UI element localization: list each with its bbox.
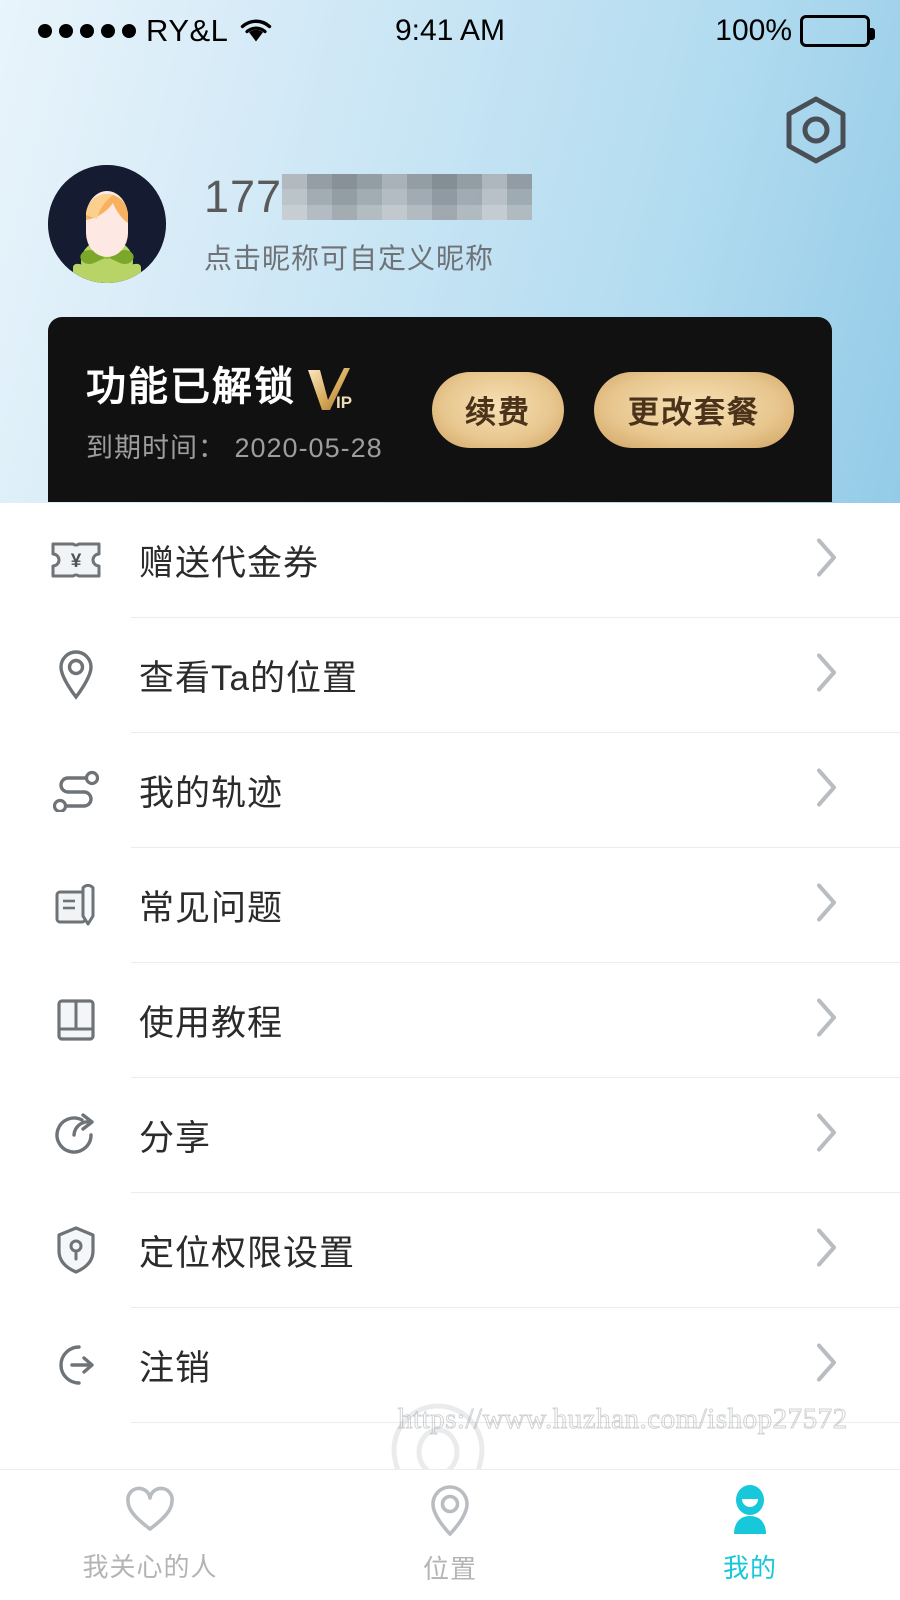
profile-text: 177 点击昵称可自定义昵称: [204, 171, 533, 277]
menu-item-label: 我的轨迹: [139, 773, 284, 813]
share-icon: [48, 1107, 104, 1163]
menu-item-label: 查看Ta的位置: [139, 658, 358, 698]
chevron-right-icon: [816, 998, 838, 1043]
chevron-right-icon: [816, 1113, 838, 1158]
menu-item-location-permission[interactable]: 定位权限设置: [0, 1193, 900, 1307]
vip-card: 功能已解锁 IP 到期时间： 2020-05-28 续费 更改套餐: [48, 317, 832, 502]
chevron-right-icon: [816, 1228, 838, 1273]
app-screen: RY&L 9:41 AM 100% 177 点击昵称可自定义昵称 功能已解锁 I…: [0, 0, 900, 1600]
chevron-right-icon: [816, 653, 838, 698]
tab-label: 我的: [722, 1553, 777, 1583]
phone-number-prefix: 177: [204, 171, 283, 222]
chevron-right-icon: [816, 768, 838, 813]
menu-item-label: 常见问题: [139, 888, 284, 928]
profile-subtitle: 点击昵称可自定义昵称: [204, 243, 495, 274]
phone-number-redaction: [282, 174, 533, 220]
voucher-ticket-icon: ¥: [48, 532, 104, 588]
shield-lock-icon: [48, 1222, 104, 1278]
avatar[interactable]: [48, 165, 166, 283]
tab-people-i-care[interactable]: 我关心的人: [0, 1470, 300, 1600]
renew-button[interactable]: 续费: [432, 371, 564, 448]
menu-item-my-track[interactable]: 我的轨迹: [0, 733, 900, 847]
profile-header[interactable]: 177 点击昵称可自定义昵称: [48, 165, 533, 283]
menu-item-share[interactable]: 分享: [0, 1078, 900, 1192]
person-icon: [727, 1485, 773, 1540]
vip-expiry: 到期时间： 2020-05-28: [86, 433, 383, 463]
chevron-right-icon: [816, 1343, 838, 1388]
status-bar: RY&L 9:41 AM 100%: [0, 0, 900, 62]
svg-text:¥: ¥: [71, 551, 82, 572]
battery-percent-label: 100%: [715, 14, 792, 47]
menu-item-logout[interactable]: 注销: [0, 1308, 900, 1422]
tab-location[interactable]: 位置: [300, 1470, 600, 1600]
change-plan-button[interactable]: 更改套餐: [594, 371, 794, 448]
tab-label: 位置: [422, 1554, 477, 1584]
menu-item-label: 分享: [139, 1118, 212, 1158]
menu-item-tutorial[interactable]: 使用教程: [0, 963, 900, 1077]
vip-actions: 续费 更改套餐: [432, 371, 794, 448]
heart-icon: [124, 1486, 176, 1539]
vip-logo-icon: IP: [306, 366, 364, 412]
book-icon: [48, 992, 104, 1048]
menu-list: ¥ 赠送代金券 查看Ta的位置 我的轨迹 常见问题 使用教程 分享 定位权限设置…: [0, 503, 900, 1600]
settings-hex-icon[interactable]: [782, 95, 850, 165]
menu-item-label: 定位权限设置: [139, 1233, 356, 1273]
tab-mine[interactable]: 我的: [600, 1470, 900, 1600]
menu-item-label: 赠送代金券: [139, 543, 320, 583]
svg-text:IP: IP: [336, 393, 352, 412]
tab-label: 我关心的人: [82, 1552, 218, 1582]
faq-note-icon: [48, 877, 104, 933]
battery-full-icon: [800, 15, 875, 47]
list-divider: [131, 1422, 900, 1423]
menu-item-voucher[interactable]: ¥ 赠送代金券: [0, 503, 900, 617]
route-track-icon: [48, 762, 104, 818]
menu-item-label: 使用教程: [139, 1003, 284, 1043]
chevron-right-icon: [816, 538, 838, 583]
vip-title: 功能已解锁: [86, 365, 296, 409]
bottom-tab-bar: 我关心的人 位置 我的: [0, 1469, 900, 1600]
menu-item-view-location[interactable]: 查看Ta的位置: [0, 618, 900, 732]
chevron-right-icon: [816, 883, 838, 928]
vip-title-row: 功能已解锁 IP: [86, 354, 432, 412]
location-pin-icon: [48, 647, 104, 703]
profile-name-row[interactable]: 177: [204, 171, 533, 223]
location-pin-icon: [428, 1484, 472, 1541]
logout-icon: [48, 1337, 104, 1393]
menu-item-faq[interactable]: 常见问题: [0, 848, 900, 962]
menu-item-label: 注销: [139, 1348, 212, 1388]
vip-info: 功能已解锁 IP 到期时间： 2020-05-28: [86, 354, 432, 465]
status-bar-right: 100%: [715, 14, 875, 48]
